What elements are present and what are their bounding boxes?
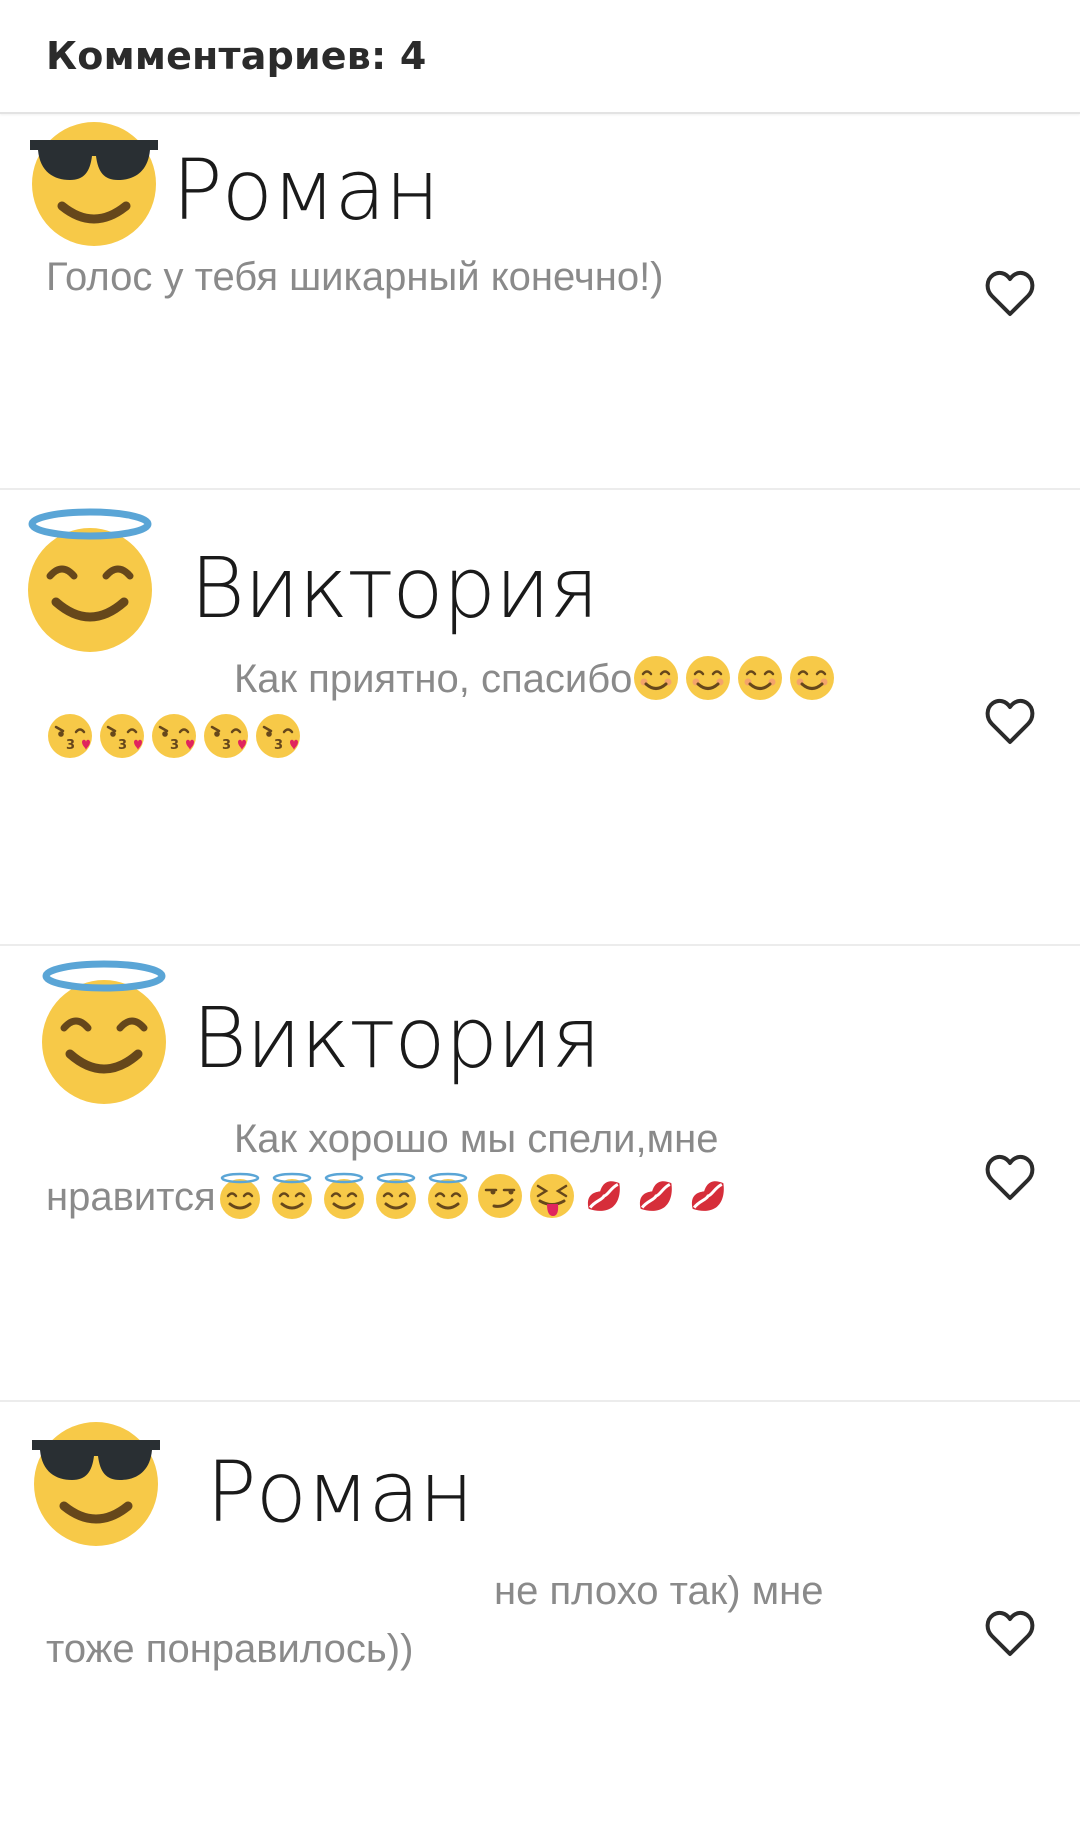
kiss-mark-emoji-icon <box>684 1172 732 1220</box>
halo-emoji-icon <box>320 1172 368 1220</box>
smiling-eyes-emoji-icon <box>632 654 680 702</box>
comment-text: Как приятно, спасибо <box>46 650 840 766</box>
kissing-heart-emoji-icon <box>98 712 146 760</box>
comment-author[interactable]: Роман <box>206 1450 474 1534</box>
comment-text: Как хорошо мы спели,мне нравится <box>46 1110 736 1226</box>
comment-text: не плохо так) мне тоже понравилось)) <box>46 1562 824 1678</box>
halo-emoji-icon <box>424 1172 472 1220</box>
comment-author[interactable]: Роман <box>172 148 440 232</box>
comments-count-title: Комментариев: 4 <box>46 34 427 78</box>
like-heart-icon[interactable] <box>984 1610 1036 1658</box>
kissing-heart-emoji-icon <box>202 712 250 760</box>
comment-text-line: Голос у тебя шикарный конечно!) <box>46 255 664 299</box>
smiling-eyes-emoji-icon <box>736 654 784 702</box>
comment-text-line: Как хорошо мы спели,мне <box>234 1117 719 1161</box>
kiss-mark-emoji-icon <box>580 1172 628 1220</box>
sunglasses-face-icon[interactable] <box>26 1410 166 1550</box>
comment-item: Роман не плохо так) мне тоже понравилось… <box>0 1400 1080 1827</box>
comment-text-line: Как приятно, спасибо <box>46 650 840 708</box>
comment-text-line: нравится <box>46 1168 736 1226</box>
comment-item: Виктория Как хорошо мы спели,мне нравитс… <box>0 944 1080 1400</box>
like-heart-icon[interactable] <box>984 270 1036 318</box>
comment-text: Голос у тебя шикарный конечно!) <box>46 248 664 306</box>
comment-text-line: не плохо так) мне <box>494 1569 824 1613</box>
smiling-eyes-emoji-icon <box>788 654 836 702</box>
like-heart-icon[interactable] <box>984 698 1036 746</box>
halo-emoji-icon <box>216 1172 264 1220</box>
halo-emoji-icon <box>372 1172 420 1220</box>
comment-item: Виктория Как приятно, спасибо <box>0 488 1080 944</box>
comment-text-fragment: нравится <box>46 1175 216 1219</box>
sunglasses-face-icon[interactable] <box>24 110 164 250</box>
halo-face-icon[interactable] <box>20 506 160 656</box>
kissing-heart-emoji-icon <box>46 712 94 760</box>
smirk-emoji-icon <box>476 1172 524 1220</box>
like-heart-icon[interactable] <box>984 1154 1036 1202</box>
comment-text-fragment: Как приятно, спасибо <box>234 657 633 701</box>
comment-text-line <box>46 708 840 766</box>
comments-header: Комментариев: 4 <box>0 0 1080 114</box>
comment-item: Роман Голос у тебя шикарный конечно!) <box>0 114 1080 488</box>
comment-text-line: тоже понравилось)) <box>46 1627 414 1671</box>
halo-emoji-icon <box>268 1172 316 1220</box>
kissing-heart-emoji-icon <box>150 712 198 760</box>
comment-author[interactable]: Виктория <box>190 546 599 630</box>
kiss-mark-emoji-icon <box>632 1172 680 1220</box>
comment-author[interactable]: Виктория <box>192 996 601 1080</box>
kissing-heart-emoji-icon <box>254 712 302 760</box>
halo-face-icon[interactable] <box>34 958 174 1108</box>
tongue-squint-emoji-icon <box>528 1172 576 1220</box>
smiling-eyes-emoji-icon <box>684 654 732 702</box>
